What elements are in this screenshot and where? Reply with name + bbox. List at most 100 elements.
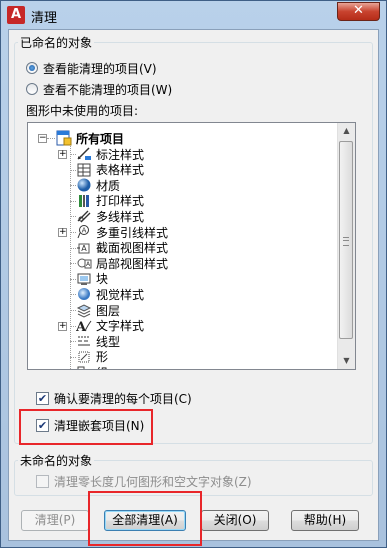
radio-view-unpurgeable-label: 查看不能清理的项目(W) xyxy=(43,82,173,97)
tree-connector xyxy=(70,263,76,265)
tree-item-visual-style[interactable]: 视觉样式 xyxy=(76,286,144,302)
tree-connector xyxy=(70,341,76,343)
radio-view-unpurgeable[interactable]: 查看不能清理的项目(W) xyxy=(26,81,172,97)
tree-expand-toggle[interactable]: + xyxy=(58,321,67,331)
tree-item-material-sphere[interactable]: 材质 xyxy=(76,177,120,193)
tree-item-label: 所有项目 xyxy=(76,131,125,146)
tree-connector xyxy=(70,185,76,187)
radio-button-unselected[interactable] xyxy=(26,83,38,95)
close-icon: ✕ xyxy=(353,3,364,18)
tree-item-label: 文字样式 xyxy=(96,319,145,334)
plot-style-icon xyxy=(79,194,89,207)
svg-text:A: A xyxy=(81,244,87,253)
tree-item-label: 线型 xyxy=(96,334,121,349)
scroll-up-arrow-icon[interactable]: ▲ xyxy=(339,123,354,139)
named-objects-group-label: 已命名的对象 xyxy=(18,34,95,51)
group-icon xyxy=(77,366,85,369)
tree-item-layer[interactable]: 图层 xyxy=(76,302,120,318)
layer-icon xyxy=(76,304,92,318)
dimension-style-icon xyxy=(77,147,91,160)
tree-item-group[interactable]: 组 xyxy=(76,364,108,369)
tree-item-label: 多线样式 xyxy=(96,209,145,224)
purge-zero-length-checkbox[interactable]: 清理零长度几何图形和空文字对象(Z) xyxy=(36,473,252,489)
tree-item-label: 局部视图样式 xyxy=(96,256,169,271)
dialog-client-area: 已命名的对象 查看能清理的项目(V) 查看不能清理的项目(W) 图形中未使用的项… xyxy=(8,29,379,541)
title-bar[interactable]: A 清理 ✕ xyxy=(1,1,386,29)
tree-item-label: 表格样式 xyxy=(96,163,145,178)
block-icon xyxy=(77,273,91,285)
tree-item-table-style[interactable]: 表格样式 xyxy=(76,162,144,178)
window-title: 清理 xyxy=(31,11,58,26)
scrollbar-grip-icon xyxy=(343,237,349,246)
tree-scrollbar[interactable]: ▲ ▼ xyxy=(337,123,355,369)
tree-expand-toggle[interactable]: + xyxy=(58,228,67,237)
tree-connector xyxy=(70,247,76,249)
tree-item-section-view-style[interactable]: A 截面视图样式 xyxy=(76,240,168,256)
purge-zero-length-label: 清理零长度几何图形和空文字对象(Z) xyxy=(54,474,252,489)
tree-item-text-style[interactable]: A 文字样式 xyxy=(76,318,144,334)
tree-connector xyxy=(70,143,71,369)
tree-connector xyxy=(70,325,76,327)
tree-connector xyxy=(70,356,76,358)
text-style-icon: A xyxy=(76,320,92,334)
svg-text:A: A xyxy=(82,227,87,235)
tree-connector xyxy=(47,138,55,139)
tree-item-label: 打印样式 xyxy=(96,194,145,209)
unnamed-objects-group-label: 未命名的对象 xyxy=(18,452,95,469)
confirm-each-item-label: 确认要清理的每个项目(C) xyxy=(54,391,192,406)
tree-connector xyxy=(70,232,76,233)
help-button[interactable]: 帮助(H) xyxy=(291,510,359,531)
tree-collapse-toggle[interactable]: − xyxy=(38,134,47,143)
tree-connector xyxy=(70,278,76,280)
tree-item-shape[interactable]: 形 xyxy=(76,349,108,365)
tree-item-detail-view-style[interactable]: A 局部视图样式 xyxy=(76,255,168,271)
tree-item-label: 组 xyxy=(96,364,108,369)
tree-item-label: 图层 xyxy=(96,303,121,318)
all-items-icon xyxy=(56,130,72,146)
shape-icon xyxy=(78,351,90,363)
purge-button[interactable]: 清理(P) xyxy=(21,510,89,531)
material-sphere-icon xyxy=(77,178,91,192)
radio-button-selected[interactable] xyxy=(26,62,38,74)
radio-view-purgeable-label: 查看能清理的项目(V) xyxy=(43,61,157,76)
tree-expand-toggle[interactable]: + xyxy=(58,150,67,159)
tree-item-multileader-style[interactable]: A 多重引线样式 xyxy=(76,224,168,240)
tree-item-dimension-style[interactable]: 标注样式 xyxy=(76,146,144,162)
visual-style-icon xyxy=(78,288,90,301)
tree-item-label: 多重引线样式 xyxy=(96,225,169,240)
scroll-down-arrow-icon[interactable]: ▼ xyxy=(339,353,354,369)
tree-item-label: 标注样式 xyxy=(96,147,145,162)
tree-connector xyxy=(70,216,76,218)
tree-connector xyxy=(70,200,76,202)
purge-nested-items-label: 清理嵌套项目(N) xyxy=(54,418,145,433)
tree-item-plot-style[interactable]: 打印样式 xyxy=(76,193,144,209)
purge-all-button[interactable]: 全部清理(A) xyxy=(104,510,186,531)
multiline-style-icon xyxy=(77,210,91,223)
tree-connector xyxy=(70,310,76,311)
checkbox-unchecked-disabled[interactable] xyxy=(36,474,49,488)
tree-item-block[interactable]: 块 xyxy=(76,271,108,287)
section-view-style-icon: A xyxy=(77,243,90,254)
confirm-each-item-checkbox[interactable]: ✔ 确认要清理的每个项目(C) xyxy=(36,390,192,406)
detail-view-style-icon: A xyxy=(77,258,92,269)
tree-connector xyxy=(70,294,76,296)
multileader-style-icon: A xyxy=(77,225,89,239)
scrollbar-thumb[interactable] xyxy=(339,141,353,339)
checkbox-checked[interactable]: ✔ xyxy=(36,418,49,432)
tree-label: 图形中未使用的项目: xyxy=(26,104,139,118)
unused-items-tree[interactable]: − 所有项目 标注样式 + 表格样式 材质 打印样式 多线样式 A 多重引线样式 + A 截面视图样… xyxy=(27,122,356,370)
tree-item-label: 截面视图样式 xyxy=(96,241,169,256)
tree-item-linetype[interactable]: 线型 xyxy=(76,333,120,349)
purge-nested-items-checkbox[interactable]: ✔ 清理嵌套项目(N) xyxy=(36,417,144,433)
radio-view-purgeable[interactable]: 查看能清理的项目(V) xyxy=(26,60,157,76)
checkbox-checked[interactable]: ✔ xyxy=(36,391,49,405)
tree-item-multiline-style[interactable]: 多线样式 xyxy=(76,208,144,224)
tree-item-all-items[interactable]: 所有项目 xyxy=(56,130,124,146)
close-button[interactable]: 关闭(O) xyxy=(201,510,269,531)
close-window-button[interactable]: ✕ xyxy=(337,2,380,21)
autocad-app-icon: A xyxy=(7,6,25,24)
table-style-icon xyxy=(77,163,91,177)
tree-item-label: 材质 xyxy=(96,178,121,193)
svg-text:A: A xyxy=(76,320,87,334)
purge-dialog: A 清理 ✕ 已命名的对象 查看能清理的项目(V) 查看不能清理的项目(W) 图… xyxy=(0,0,387,548)
